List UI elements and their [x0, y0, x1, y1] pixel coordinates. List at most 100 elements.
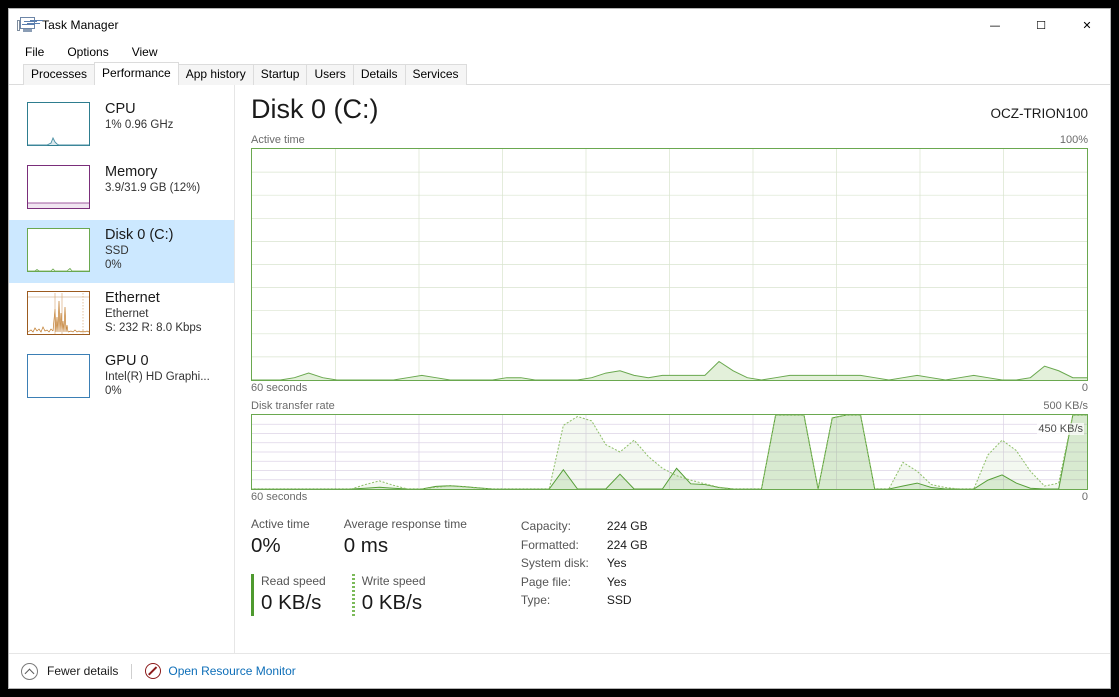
active-time-graph-footer: 60 seconds 0 [251, 382, 1088, 395]
active-time-graph-min: 0 [1081, 382, 1088, 394]
window-controls: — ☐ ✕ [972, 9, 1110, 41]
transfer-graph-duration: 60 seconds [251, 491, 308, 503]
ethernet-title: Ethernet [105, 290, 160, 306]
disk-thumbnail-graph [27, 228, 90, 272]
resource-monitor-icon[interactable] [145, 663, 162, 679]
sidebar-item-memory[interactable]: Memory 3.9/31.9 GB (12%) [9, 157, 234, 220]
ethernet-sub-type: Ethernet [105, 308, 149, 320]
disk-sub-usage: 0% [105, 259, 122, 271]
sidebar-item-cpu[interactable]: CPU 1% 0.96 GHz [9, 94, 234, 157]
cpu-thumbnail-graph [27, 102, 90, 146]
read-speed-label: Read speed [261, 574, 326, 588]
detail-key-capacity: Capacity: [520, 519, 571, 533]
content-area: CPU 1% 0.96 GHz Memory 3.9/31.9 GB (12%)… [9, 85, 1110, 653]
memory-sub: 3.9/31.9 GB (12%) [105, 182, 201, 194]
menu-item-options[interactable]: Options [65, 44, 110, 60]
tab-startup[interactable]: Startup [252, 64, 308, 85]
sidebar-item-disk-0[interactable]: Disk 0 (C:) SSD 0% [9, 220, 234, 283]
disk-details-table: Capacity: 224 GB Formatted: 224 GB Syste… [521, 517, 648, 653]
sidebar-item-gpu-0[interactable]: GPU 0 Intel(R) HD Graphi... 0% [9, 346, 234, 409]
detail-key-type: Type: [520, 593, 551, 607]
active-time-graph[interactable] [251, 148, 1088, 381]
detail-value-system-disk: Yes [606, 556, 627, 570]
read-speed-value: 0 KB/s [261, 591, 322, 614]
resource-list: CPU 1% 0.96 GHz Memory 3.9/31.9 GB (12%)… [9, 85, 235, 653]
cpu-sub: 1% 0.96 GHz [105, 119, 174, 131]
chevron-up-icon[interactable] [21, 662, 38, 680]
detail-key-system-disk: System disk: [520, 556, 589, 570]
open-resource-monitor-link[interactable]: Open Resource Monitor [168, 664, 295, 678]
transfer-rate-annotation: 450 KB/s [1037, 423, 1084, 435]
active-time-stat-value: 0% [251, 534, 281, 557]
disk-model-label: OCZ-TRION100 [990, 106, 1088, 121]
maximize-icon[interactable]: ☐ [1018, 9, 1064, 41]
task-manager-window: Task Manager — ☐ ✕ File Options View Pro… [8, 8, 1111, 689]
tab-details[interactable]: Details [352, 64, 406, 85]
response-time-stat: Average response time 0 ms [344, 517, 467, 559]
memory-info: Memory 3.9/31.9 GB (12%) [105, 163, 200, 195]
fewer-details-button[interactable]: Fewer details [47, 664, 118, 678]
disk-title: Disk 0 (C:) [105, 227, 174, 243]
ethernet-info: Ethernet Ethernet S: 232 R: 8.0 Kbps [105, 289, 202, 335]
gpu-info: GPU 0 Intel(R) HD Graphi... 0% [105, 352, 210, 398]
disk-transfer-rate-graph[interactable]: 450 KB/s [251, 414, 1088, 490]
active-time-graph-labels: Active time 100% [251, 134, 1088, 146]
stats-left-column: Active time 0% Average response time 0 m… [251, 517, 501, 653]
tab-services[interactable]: Services [404, 64, 467, 85]
transfer-graph-min: 0 [1081, 491, 1088, 503]
write-speed-value: 0 KB/s [361, 591, 423, 614]
active-time-plot [252, 149, 1087, 380]
read-speed-stat: Read speed 0 KB/s [251, 574, 326, 616]
task-manager-icon [17, 17, 35, 33]
gpu-thumbnail-graph [27, 354, 90, 398]
detail-value-page-file: Yes [606, 574, 627, 589]
gpu-sub-name: Intel(R) HD Graphi... [105, 371, 210, 383]
detail-key-page-file: Page file: [520, 574, 571, 589]
page-title: Disk 0 (C:) [251, 94, 379, 124]
tab-processes[interactable]: Processes [23, 64, 96, 85]
tab-users[interactable]: Users [306, 64, 354, 85]
active-time-graph-title: Active time [251, 134, 305, 146]
memory-title: Memory [105, 164, 158, 180]
disk-sub-type: SSD [105, 245, 129, 257]
minimize-icon[interactable]: — [972, 9, 1018, 41]
cpu-info: CPU 1% 0.96 GHz [105, 100, 173, 132]
transfer-graph-title: Disk transfer rate [251, 400, 335, 412]
window-title: Task Manager [42, 18, 119, 32]
footer-separator [131, 663, 133, 679]
speed-stats-row: Read speed 0 KB/s Write speed 0 KB/s [251, 574, 501, 616]
response-time-stat-value: 0 ms [343, 534, 389, 557]
write-speed-stat: Write speed 0 KB/s [351, 574, 426, 616]
performance-detail-panel: Disk 0 (C:) OCZ-TRION100 Active time 100… [235, 85, 1110, 653]
detail-value-capacity: 224 GB [606, 519, 648, 533]
ethernet-sub-rates: S: 232 R: 8.0 Kbps [105, 322, 202, 334]
tab-performance[interactable]: Performance [94, 62, 179, 85]
ethernet-thumbnail-graph [27, 291, 90, 335]
active-time-stat: Active time 0% [251, 517, 310, 559]
response-time-stat-label: Average response time [343, 517, 467, 531]
gpu-sub-usage: 0% [105, 385, 122, 397]
close-icon[interactable]: ✕ [1064, 9, 1110, 41]
transfer-graph-footer: 60 seconds 0 [251, 491, 1088, 504]
screen: Task Manager — ☐ ✕ File Options View Pro… [0, 0, 1119, 697]
status-bar: Fewer details Open Resource Monitor [9, 653, 1110, 688]
detail-value-type: SSD [606, 593, 632, 607]
panel-header: Disk 0 (C:) OCZ-TRION100 [251, 94, 1088, 124]
stats-area: Active time 0% Average response time 0 m… [251, 517, 1088, 653]
title-bar: Task Manager — ☐ ✕ [9, 9, 1110, 41]
menu-bar: File Options View [9, 41, 1110, 63]
detail-value-formatted: 224 GB [606, 537, 648, 552]
read-speed-legend-icon [251, 574, 254, 616]
menu-item-file[interactable]: File [23, 44, 46, 60]
tab-app-history[interactable]: App history [177, 64, 254, 85]
tab-bar: Processes Performance App history Startu… [9, 62, 1110, 85]
memory-thumbnail-graph [27, 165, 90, 209]
write-speed-label: Write speed [361, 574, 426, 588]
gpu-title: GPU 0 [105, 353, 149, 369]
transfer-graph-labels: Disk transfer rate 500 KB/s [251, 400, 1088, 412]
active-time-graph-duration: 60 seconds [251, 382, 308, 394]
menu-item-view[interactable]: View [130, 44, 160, 60]
transfer-rate-plot [252, 415, 1087, 489]
transfer-graph-max: 500 KB/s [1043, 400, 1088, 412]
sidebar-item-ethernet[interactable]: Ethernet Ethernet S: 232 R: 8.0 Kbps [9, 283, 234, 346]
